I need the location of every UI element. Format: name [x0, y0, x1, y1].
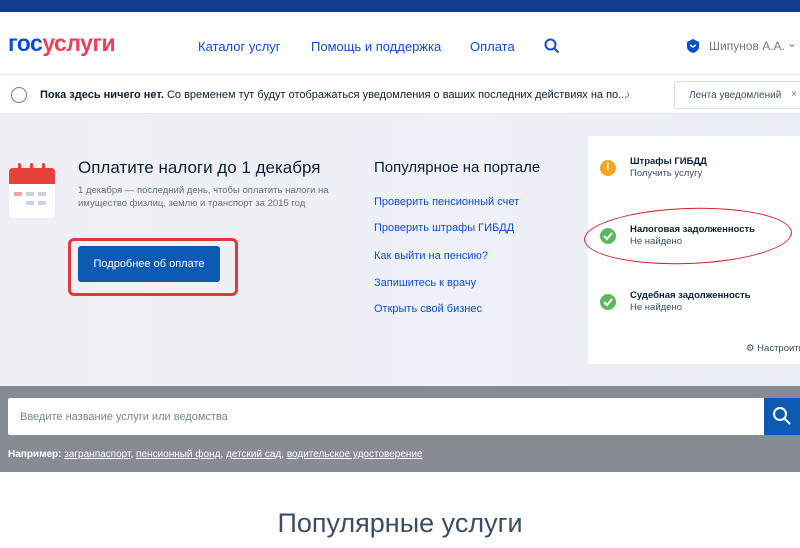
link-doctor-appointment[interactable]: Запишитесь к врачу — [374, 277, 476, 289]
popular-services-title: Популярные услуги — [277, 508, 523, 538]
search-icon[interactable] — [543, 37, 561, 55]
example-link-kindergarten[interactable]: детский сад — [226, 449, 281, 460]
user-menu[interactable]: Шипунов А.А. ⌄ — [685, 36, 797, 54]
link-pension-account[interactable]: Проверить пенсионный счет — [374, 196, 519, 208]
payment-details-button[interactable]: Подробнее об оплате — [78, 246, 220, 282]
link-retirement[interactable]: Как выйти на пенсию? — [374, 250, 488, 262]
warning-icon: ! — [600, 160, 616, 176]
settings-label: Настроить — [757, 343, 800, 354]
chevron-down-icon: ⌄ — [786, 36, 797, 50]
notification-circle-icon — [11, 87, 27, 103]
popular-on-portal-title: Популярное на портале — [374, 159, 541, 176]
status-traffic-fines-title[interactable]: Штрафы ГИБДД — [630, 156, 707, 167]
header: госуслуги Каталог услуг Помощь и поддерж… — [0, 12, 800, 75]
notification-bold-text: Пока здесь ничего нет. — [40, 89, 164, 101]
chevron-right-icon[interactable]: › — [626, 87, 630, 101]
logo-part-2: услуги — [42, 30, 116, 56]
notification-feed-button[interactable]: Лента уведомлений × — [674, 81, 800, 109]
gosuslugi-logo[interactable]: госуслуги — [8, 30, 116, 57]
logo-part-1: гос — [8, 30, 43, 56]
settings-link[interactable]: ⚙ Настроить — [746, 343, 800, 354]
nav-payment[interactable]: Оплата — [470, 39, 515, 54]
example-link-drivers-license[interactable]: водительское удостоверение — [287, 449, 423, 460]
check-icon — [600, 294, 616, 310]
status-court-debt-subtitle: Не найдено — [630, 302, 682, 313]
user-name: Шипунов А.А. — [709, 39, 785, 53]
gear-icon: ⚙ — [746, 343, 755, 354]
example-link-passport[interactable]: загранпаспорт — [64, 449, 130, 460]
notification-bar: Пока здесь ничего нет. Со временем тут б… — [0, 76, 800, 114]
nav-catalog[interactable]: Каталог услуг — [198, 39, 281, 54]
top-strip — [0, 0, 800, 12]
search-input[interactable] — [8, 398, 764, 435]
close-icon[interactable]: × — [791, 89, 797, 100]
tax-deadline-title: Оплатите налоги до 1 декабря — [78, 158, 321, 177]
shield-icon — [687, 39, 699, 53]
link-open-business[interactable]: Открыть свой бизнес — [374, 303, 482, 315]
link-traffic-fines[interactable]: Проверить штрафы ГИБДД — [374, 222, 514, 234]
example-label: Например: — [8, 449, 62, 460]
search-button[interactable] — [764, 398, 800, 435]
status-court-debt-title[interactable]: Судебная задолженность — [630, 290, 751, 301]
feed-button-label: Лента уведомлений — [689, 90, 782, 101]
calendar-icon — [9, 163, 55, 218]
search-icon — [773, 407, 791, 425]
search-band: Например: загранпаспорт, пенсионный фонд… — [0, 386, 800, 472]
search-examples: Например: загранпаспорт, пенсионный фонд… — [8, 449, 423, 460]
notification-text: Пока здесь ничего нет. Со временем тут б… — [40, 89, 627, 101]
nav-help[interactable]: Помощь и поддержка — [311, 39, 441, 54]
tax-deadline-description: 1 декабря — последний день, чтобы оплати… — [78, 185, 329, 209]
status-traffic-fines-subtitle[interactable]: Получить услугу — [630, 168, 702, 179]
example-link-pension-fund[interactable]: пенсионный фонд — [136, 449, 220, 460]
notification-message: Со временем тут будут отображаться уведо… — [166, 89, 628, 101]
hero-banner: Оплатите налоги до 1 декабря 1 декабря —… — [0, 114, 800, 386]
